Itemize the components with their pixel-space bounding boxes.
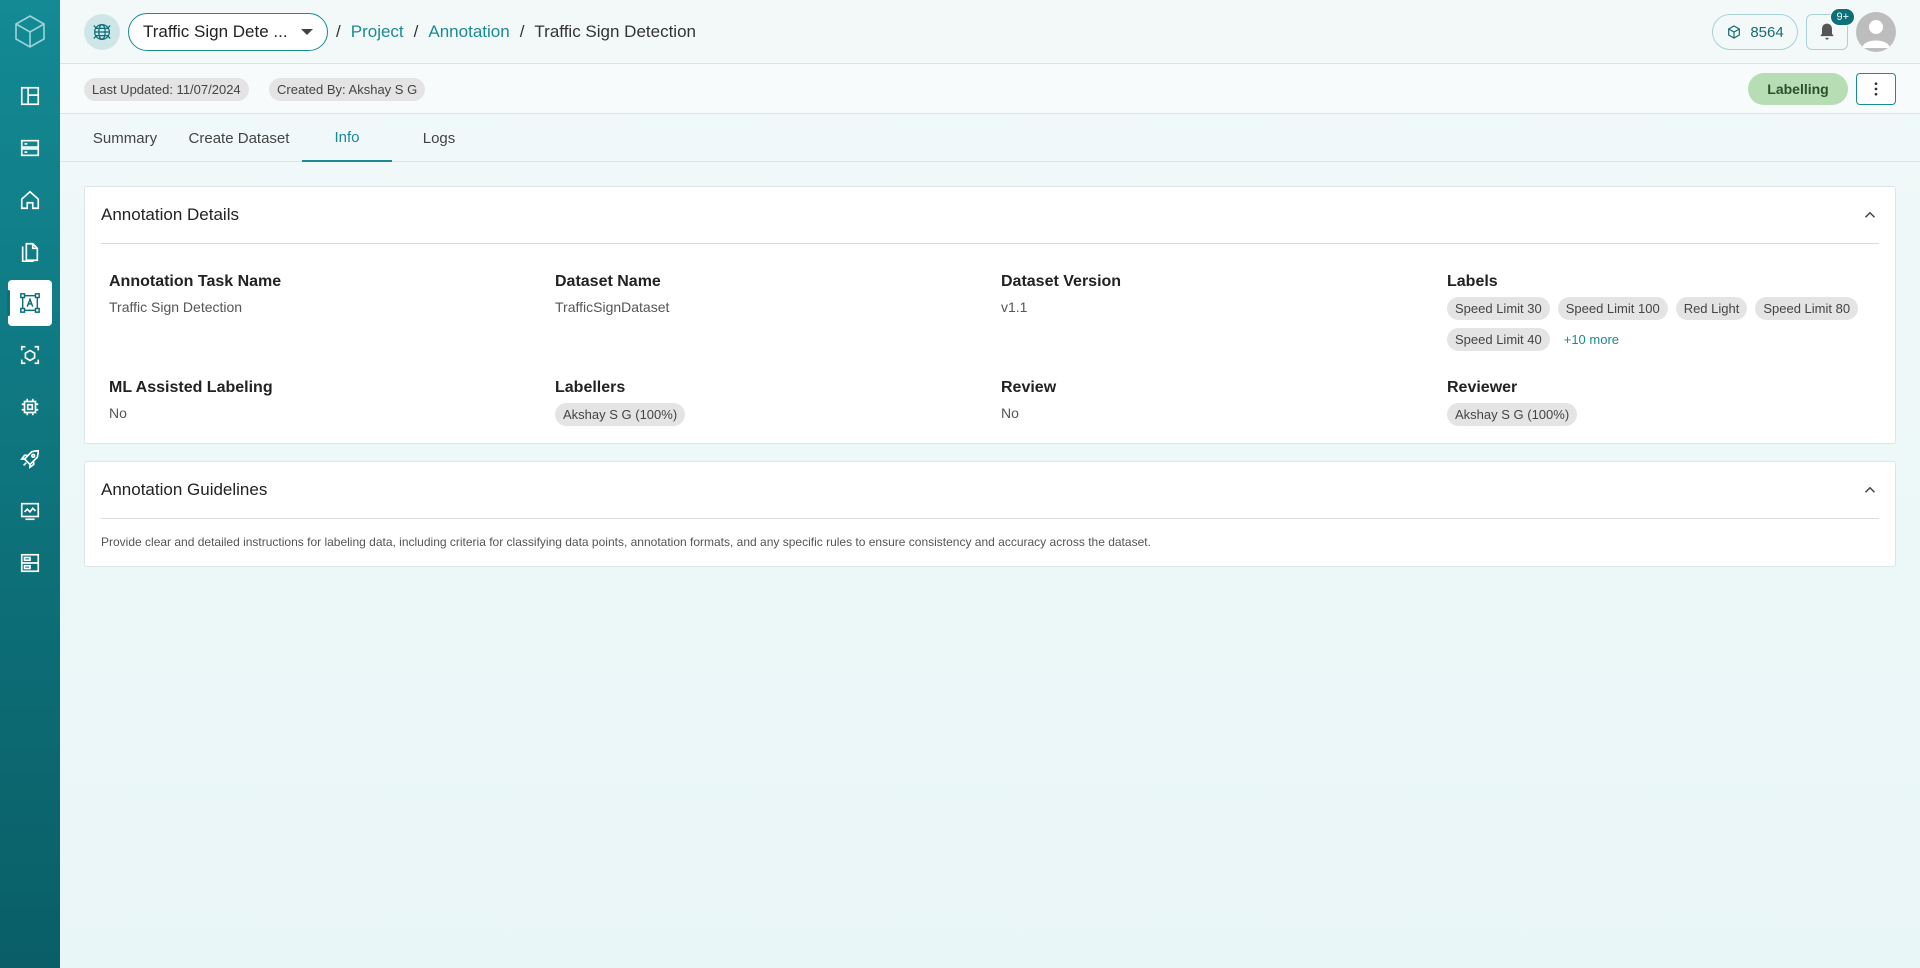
avatar[interactable] [1856, 12, 1896, 52]
breadcrumb-separator: / [413, 22, 419, 41]
tab-create-dataset[interactable]: Create Dataset [180, 114, 298, 162]
labeller-chip: Akshay S G (100%) [555, 403, 686, 426]
annotation-details-panel: Annotation Details Annotation Task Name … [84, 186, 1896, 444]
breadcrumb-separator: / [519, 22, 525, 41]
field-label: Labels [1447, 273, 1498, 290]
breadcrumb-project-link[interactable]: Project [351, 22, 404, 42]
annotation-guidelines-panel: Annotation Guidelines Provide clear and … [84, 461, 1896, 567]
tab-summary[interactable]: Summary [84, 114, 166, 162]
tab-info[interactable]: Info [302, 114, 392, 162]
breadcrumb-annotation-link[interactable]: Annotation [428, 22, 509, 42]
kebab-menu-icon [1874, 82, 1878, 96]
server-icon[interactable] [8, 125, 52, 171]
status-badge: Labelling [1748, 73, 1848, 105]
breadcrumb-separator: / [336, 22, 341, 41]
field-label: Labellers [555, 379, 626, 396]
panel-title: Annotation Guidelines [101, 480, 268, 499]
tab-bar: Summary Create Dataset Info Logs [60, 114, 1920, 162]
task-name-field: Annotation Task Name Traffic Sign Detect… [109, 273, 281, 315]
dataset-version-field: Dataset Version v1.1 [1001, 273, 1121, 315]
panel-title: Annotation Details [101, 205, 239, 224]
field-value: No [1001, 405, 1019, 421]
dataset-name-field: Dataset Name TrafficSignDataset [555, 273, 669, 315]
labels-field: Labels Speed Limit 30 Speed Limit 100 Re… [1447, 273, 1887, 351]
field-label: Dataset Name [555, 273, 661, 290]
breadcrumb: / Project / Annotation / Traffic Sign De… [336, 22, 696, 42]
field-value: v1.1 [1001, 299, 1028, 315]
label-chip: Speed Limit 40 [1447, 328, 1550, 351]
label-chip: Speed Limit 100 [1557, 297, 1668, 320]
field-label: Review [1001, 379, 1057, 396]
annotation-icon[interactable] [7, 280, 52, 326]
more-labels-link[interactable]: +10 more [1564, 332, 1619, 347]
field-value: Traffic Sign Detection [109, 299, 243, 315]
monitor-icon[interactable] [8, 488, 52, 534]
project-select-value: Traffic Sign Dete ... [143, 22, 288, 41]
more-options-button[interactable] [1856, 73, 1896, 105]
rocket-icon[interactable] [8, 436, 52, 482]
top-header: Traffic Sign Dete ... / Project / Annota… [60, 0, 1920, 64]
label-chip: Red Light [1675, 297, 1748, 320]
labellers-field: Labellers Akshay S G (100%) [555, 379, 995, 426]
storage-icon[interactable] [8, 540, 52, 586]
home-icon[interactable] [8, 177, 52, 223]
notification-badge: 9+ [1830, 8, 1855, 26]
sub-header: Last Updated: 11/07/2024 Created By: Aks… [60, 64, 1920, 114]
sidebar [0, 0, 60, 968]
field-label: Annotation Task Name [109, 273, 282, 290]
chip-icon[interactable] [8, 384, 52, 430]
dashboard-icon[interactable] [8, 73, 52, 119]
ml-assisted-field: ML Assisted Labeling No [109, 379, 273, 421]
reviewer-field: Reviewer Akshay S G (100%) [1447, 379, 1887, 426]
created-by-chip: Created By: Akshay S G [269, 78, 426, 101]
label-chip: Speed Limit 30 [1447, 297, 1550, 320]
project-select[interactable]: Traffic Sign Dete ... [128, 13, 328, 51]
chevron-up-icon[interactable] [1861, 206, 1879, 224]
model-cube-icon[interactable] [8, 332, 52, 378]
chevron-up-icon[interactable] [1861, 481, 1879, 499]
notifications-button[interactable]: 9+ [1806, 8, 1855, 50]
breadcrumb-current: Traffic Sign Detection [534, 22, 696, 41]
credits-count: 8564 [1750, 23, 1784, 41]
last-updated-chip: Last Updated: 11/07/2024 [84, 78, 249, 101]
review-field: Review No [1001, 379, 1056, 421]
label-chip: Speed Limit 80 [1755, 297, 1859, 320]
guidelines-text: Provide clear and detailed instructions … [101, 535, 1151, 549]
globe-icon[interactable] [84, 14, 120, 50]
field-value: No [109, 405, 127, 421]
documents-icon[interactable] [8, 229, 52, 275]
field-label: ML Assisted Labeling [109, 379, 273, 396]
tab-logs[interactable]: Logs [398, 114, 480, 162]
chevron-down-icon [301, 29, 313, 35]
field-value: TrafficSignDataset [555, 299, 670, 315]
cube-icon [1728, 25, 1741, 39]
reviewer-chip: Akshay S G (100%) [1447, 403, 1578, 426]
app-logo-icon[interactable] [14, 14, 46, 48]
field-label: Dataset Version [1001, 273, 1122, 290]
field-label: Reviewer [1447, 379, 1518, 396]
credits-button[interactable]: 8564 [1712, 14, 1798, 50]
